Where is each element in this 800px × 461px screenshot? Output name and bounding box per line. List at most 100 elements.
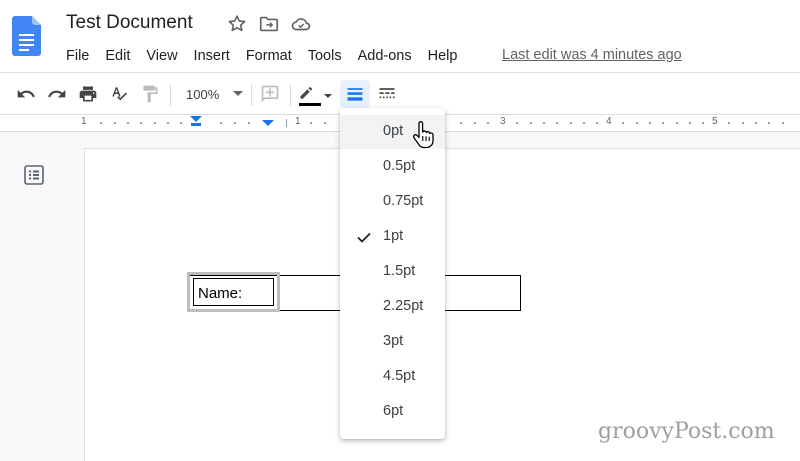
option-label: 1pt [383, 228, 404, 244]
ruler-dot [768, 122, 770, 124]
ruler-dot [474, 122, 476, 124]
redo-icon [48, 89, 66, 98]
option-label: 6pt [383, 403, 404, 419]
border-dash-button[interactable] [375, 82, 399, 106]
add-comment-button[interactable] [258, 82, 282, 106]
ruler-dot [636, 122, 638, 124]
option-label: 0pt [383, 123, 404, 139]
zoom-select[interactable]: 100% [178, 82, 246, 106]
menu-view[interactable]: View [138, 48, 185, 64]
undo-icon [17, 89, 35, 98]
ruler-dot [596, 122, 598, 124]
ruler-dot [622, 122, 624, 124]
ruler-dot [310, 122, 312, 124]
ruler-dot [742, 122, 744, 124]
ruler-dot [487, 122, 489, 124]
paint-format-button[interactable] [138, 82, 162, 106]
star-icon[interactable] [226, 13, 248, 35]
ruler-dot [248, 122, 250, 124]
option-label: 0.5pt [383, 158, 416, 174]
menu-help[interactable]: Help [420, 48, 466, 64]
menu-file[interactable]: File [58, 48, 97, 64]
ruler-dot [689, 122, 691, 124]
add-comment-icon [261, 85, 279, 103]
ruler-dot [782, 122, 784, 124]
border-width-button[interactable] [340, 80, 370, 108]
ruler-dot [556, 122, 558, 124]
redo-button[interactable] [45, 82, 69, 106]
ruler-dot [167, 122, 169, 124]
border-dash-icon [379, 88, 395, 99]
move-to-folder-icon[interactable] [258, 13, 280, 35]
option-label: 3pt [383, 333, 404, 349]
docs-logo-icon[interactable] [12, 16, 41, 56]
border-width-option-1pt[interactable]: 1pt [340, 220, 445, 254]
first-line-indent-marker[interactable] [190, 116, 202, 122]
ruler-dot [702, 122, 704, 124]
ruler-dot [543, 122, 545, 124]
ruler-dot [114, 122, 116, 124]
ruler-dot [516, 122, 518, 124]
menu-format[interactable]: Format [238, 48, 300, 64]
document-outline-icon[interactable] [23, 164, 45, 186]
spellcheck-button[interactable] [107, 82, 131, 106]
print-button[interactable] [76, 82, 100, 106]
cloud-saved-icon[interactable] [290, 13, 312, 35]
ruler-label: 1 [295, 116, 301, 127]
border-width-option-3pt[interactable]: 3pt [340, 325, 445, 359]
border-width-icon [347, 88, 363, 101]
ruler-dot [460, 122, 462, 124]
ruler-dot [234, 122, 236, 124]
header: Test Document File Edit View Insert Form… [0, 0, 800, 72]
ruler-dot [324, 122, 326, 124]
right-indent-marker[interactable] [262, 120, 274, 126]
option-label: 0.75pt [383, 193, 424, 209]
ruler-dot [570, 122, 572, 124]
ruler-dot [649, 122, 651, 124]
ruler-dot [530, 122, 532, 124]
undo-button[interactable] [14, 82, 38, 106]
toolbar-separator [290, 84, 291, 106]
border-color-button[interactable] [298, 82, 334, 106]
option-label: 1.5pt [383, 263, 416, 279]
chevron-down-icon [233, 91, 243, 96]
border-width-option-2.25pt[interactable]: 2.25pt [340, 290, 445, 324]
border-width-option-6pt[interactable]: 6pt [340, 395, 445, 429]
menu-edit[interactable]: Edit [97, 48, 138, 64]
ruler-dot [154, 122, 156, 124]
ruler-label: 5 [712, 116, 718, 127]
ruler-label: 1 [81, 116, 87, 127]
toolbar-separator [170, 84, 171, 106]
menu-insert[interactable]: Insert [186, 48, 238, 64]
zoom-value: 100% [186, 86, 220, 102]
checkmark-icon [357, 232, 371, 243]
ruler-tick [286, 119, 287, 127]
border-width-option-0.5pt[interactable]: 0.5pt [340, 150, 445, 184]
ruler-dot [583, 122, 585, 124]
ruler-dot [140, 122, 142, 124]
watermark: groovyPost.com [598, 419, 775, 444]
border-width-option-1.5pt[interactable]: 1.5pt [340, 255, 445, 289]
ruler-dot [127, 122, 129, 124]
spellcheck-icon [112, 87, 127, 101]
ruler-label: 4 [606, 116, 612, 127]
border-color-swatch [299, 103, 321, 106]
ruler-dot [728, 122, 730, 124]
option-label: 2.25pt [383, 298, 424, 314]
border-width-option-4.5pt[interactable]: 4.5pt [340, 360, 445, 394]
hand-pointer-cursor-icon [413, 121, 434, 149]
left-indent-bar[interactable] [191, 123, 201, 126]
document-title[interactable]: Test Document [66, 12, 193, 34]
table-cell-text[interactable]: Name: [198, 285, 242, 302]
menu-addons[interactable]: Add-ons [350, 48, 420, 64]
option-label: 4.5pt [383, 368, 416, 384]
border-width-option-0.75pt[interactable]: 0.75pt [340, 185, 445, 219]
menu-tools[interactable]: Tools [300, 48, 350, 64]
ruler-dot [180, 122, 182, 124]
toolbar-separator [251, 84, 252, 106]
print-icon [79, 86, 97, 102]
ruler-dot [755, 122, 757, 124]
ruler-dot [220, 122, 222, 124]
last-edit-link[interactable]: Last edit was 4 minutes ago [502, 47, 682, 63]
ruler-dot [662, 122, 664, 124]
